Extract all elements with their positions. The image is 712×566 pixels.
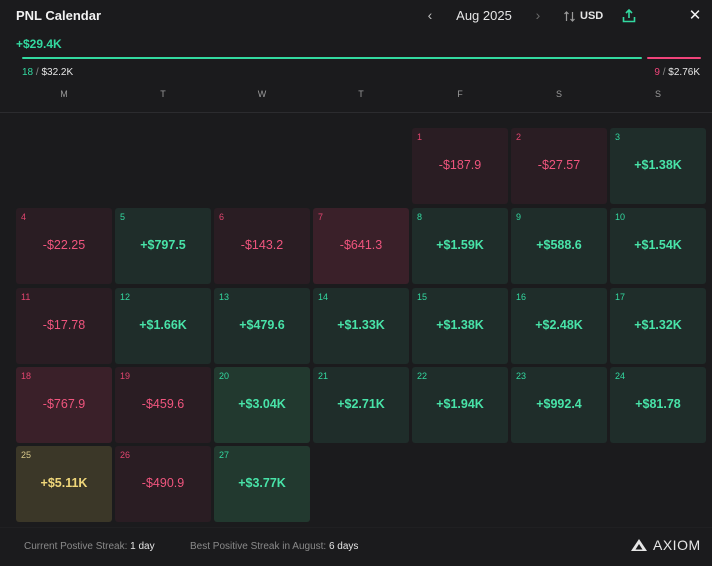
day-cell[interactable]: 1 -$187.9 — [412, 128, 508, 204]
day-pnl: +$1.32K — [634, 318, 682, 332]
day-number: 22 — [417, 371, 428, 381]
day-number: 25 — [21, 450, 32, 460]
day-cell[interactable]: 14 +$1.33K — [313, 288, 409, 364]
day-cell[interactable]: 26 -$490.9 — [115, 446, 211, 522]
best-streak-value: 6 days — [328, 541, 359, 552]
day-pnl: +$3.04K — [238, 397, 286, 411]
footer-divider — [0, 527, 712, 528]
day-cell[interactable]: 27 +$3.77K — [214, 446, 310, 522]
day-cell[interactable]: 10 +$1.54K — [610, 208, 706, 284]
day-number: 6 — [219, 212, 225, 222]
day-number: 24 — [615, 371, 626, 381]
day-pnl: -$767.9 — [42, 397, 86, 411]
day-cell[interactable]: 17 +$1.32K — [610, 288, 706, 364]
day-number: 7 — [318, 212, 324, 222]
day-number: 15 — [417, 292, 428, 302]
day-pnl: +$588.6 — [536, 238, 582, 252]
day-pnl: +$2.48K — [535, 318, 583, 332]
best-streak: Best Positive Streak in August: 6 days — [190, 541, 358, 552]
day-pnl: +$1.66K — [139, 318, 187, 332]
best-streak-label: Best Positive Streak in August: — [190, 541, 329, 552]
day-number: 26 — [120, 450, 131, 460]
day-number: 13 — [219, 292, 230, 302]
day-pnl: +$797.5 — [140, 238, 186, 252]
day-pnl: +$3.77K — [238, 476, 286, 490]
calendar-grid: 1 -$187.9 2 -$27.57 3 +$1.38K 4 -$22.25 5 +$7… — [0, 0, 712, 566]
axiom-logo-icon — [631, 539, 647, 551]
day-pnl: -$459.6 — [141, 397, 185, 411]
day-number: 9 — [516, 212, 522, 222]
brand-logo: AXIOM — [630, 537, 701, 553]
day-number: 2 — [516, 132, 522, 142]
day-number: 12 — [120, 292, 131, 302]
day-cell[interactable]: 19 -$459.6 — [115, 367, 211, 443]
day-pnl: +$1.94K — [436, 397, 484, 411]
day-cell[interactable]: 5 +$797.5 — [115, 208, 211, 284]
day-pnl: -$641.3 — [339, 238, 383, 252]
day-number: 4 — [21, 212, 27, 222]
day-number: 23 — [516, 371, 527, 381]
day-number: 1 — [417, 132, 423, 142]
day-number: 10 — [615, 212, 626, 222]
day-number: 17 — [615, 292, 626, 302]
day-cell[interactable]: 3 +$1.38K — [610, 128, 706, 204]
day-cell[interactable]: 25 +$5.11K — [16, 446, 112, 522]
day-pnl: +$1.38K — [436, 318, 484, 332]
day-pnl: +$992.4 — [536, 397, 582, 411]
day-pnl: +$479.6 — [239, 318, 285, 332]
current-streak-label: Current Postive Streak: — [24, 541, 131, 552]
day-pnl: +$5.11K — [40, 476, 88, 490]
day-cell[interactable]: 22 +$1.94K — [412, 367, 508, 443]
day-cell[interactable]: 2 -$27.57 — [511, 128, 607, 204]
day-number: 27 — [219, 450, 230, 460]
day-pnl: +$1.38K — [634, 158, 682, 172]
brand-name: AXIOM — [653, 537, 701, 553]
day-cell[interactable]: 12 +$1.66K — [115, 288, 211, 364]
day-number: 18 — [21, 371, 32, 381]
day-number: 20 — [219, 371, 230, 381]
day-cell[interactable]: 9 +$588.6 — [511, 208, 607, 284]
day-number: 8 — [417, 212, 423, 222]
day-cell[interactable]: 7 -$641.3 — [313, 208, 409, 284]
current-streak-value: 1 day — [130, 541, 155, 552]
day-pnl: -$22.25 — [42, 238, 86, 252]
day-cell[interactable]: 21 +$2.71K — [313, 367, 409, 443]
day-number: 19 — [120, 371, 131, 381]
day-cell[interactable]: 18 -$767.9 — [16, 367, 112, 443]
day-number: 16 — [516, 292, 527, 302]
day-number: 21 — [318, 371, 329, 381]
day-cell[interactable]: 23 +$992.4 — [511, 367, 607, 443]
day-pnl: +$81.78 — [635, 397, 681, 411]
day-cell[interactable]: 15 +$1.38K — [412, 288, 508, 364]
day-cell[interactable]: 6 -$143.2 — [214, 208, 310, 284]
day-pnl: +$1.59K — [436, 238, 484, 252]
day-pnl: -$490.9 — [141, 476, 185, 490]
current-streak: Current Postive Streak: 1 day — [24, 541, 155, 552]
day-pnl: -$27.57 — [537, 158, 581, 172]
day-pnl: +$1.54K — [634, 238, 682, 252]
day-cell[interactable]: 24 +$81.78 — [610, 367, 706, 443]
day-number: 14 — [318, 292, 329, 302]
day-cell[interactable]: 16 +$2.48K — [511, 288, 607, 364]
day-number: 11 — [21, 292, 31, 302]
day-pnl: +$2.71K — [337, 397, 385, 411]
day-pnl: -$17.78 — [42, 318, 86, 332]
day-cell[interactable]: 20 +$3.04K — [214, 367, 310, 443]
day-cell[interactable]: 13 +$479.6 — [214, 288, 310, 364]
day-pnl: -$187.9 — [438, 158, 482, 172]
day-cell[interactable]: 4 -$22.25 — [16, 208, 112, 284]
day-number: 5 — [120, 212, 126, 222]
day-cell[interactable]: 8 +$1.59K — [412, 208, 508, 284]
day-number: 3 — [615, 132, 621, 142]
day-cell[interactable]: 11 -$17.78 — [16, 288, 112, 364]
day-pnl: -$143.2 — [240, 238, 284, 252]
day-pnl: +$1.33K — [337, 318, 385, 332]
